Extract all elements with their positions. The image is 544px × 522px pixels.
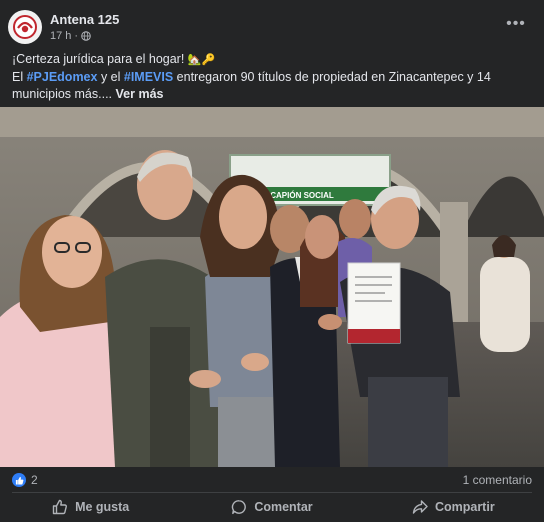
post-text-el: El <box>12 70 27 84</box>
page-name[interactable]: Antena 125 <box>50 12 119 28</box>
hashtag-imevis[interactable]: #IMEVIS <box>124 70 173 84</box>
post-card: Antena 125 17 h · ••• ¡Certeza jurídica … <box>0 0 544 522</box>
comment-icon <box>232 500 247 515</box>
share-icon <box>412 500 428 514</box>
see-more-link[interactable]: Ver más <box>116 87 164 101</box>
comment-label: Comentar <box>254 500 313 514</box>
post-meta: 17 h · <box>50 29 119 43</box>
share-label: Compartir <box>434 500 495 514</box>
globe-icon <box>81 30 91 41</box>
page-avatar[interactable] <box>8 10 42 44</box>
antena-logo-icon <box>13 15 37 39</box>
house-key-emoji: 🏡🔑 <box>187 54 216 66</box>
post-stats: 2 1 comentario <box>12 470 532 490</box>
post-text-line1: ¡Certeza jurídica para el hogar! 🏡🔑 <box>12 51 532 69</box>
comment-button[interactable]: Comentar <box>181 494 362 520</box>
like-count: 2 <box>31 473 38 487</box>
actions-divider <box>12 492 532 493</box>
post-text: ¡Certeza jurídica para el hogar! 🏡🔑 El #… <box>12 51 532 103</box>
group-photo-image: DE USUCAPIÓN SOCIAL <box>0 107 544 467</box>
post-header: Antena 125 17 h · ••• <box>8 8 536 46</box>
more-options-button[interactable]: ••• <box>504 14 528 34</box>
comment-count[interactable]: 1 comentario <box>463 473 532 487</box>
meta-separator: · <box>74 29 79 42</box>
thumbs-up-icon <box>52 499 68 515</box>
like-reaction-icon <box>12 473 26 487</box>
post-actions: Me gusta Comentar Compartir <box>0 494 544 520</box>
like-label: Me gusta <box>75 500 130 514</box>
post-text-line2: El #PJEdomex y el #IMEVIS entregaron 90 … <box>12 69 532 103</box>
hashtag-pjedomex[interactable]: #PJEdomex <box>27 70 98 84</box>
like-button[interactable]: Me gusta <box>0 494 181 520</box>
post-time[interactable]: 17 h <box>50 29 71 43</box>
post-intro: ¡Certeza jurídica para el hogar! <box>12 52 188 66</box>
post-photo[interactable]: DE USUCAPIÓN SOCIAL <box>0 107 544 467</box>
share-button[interactable]: Compartir <box>363 494 544 520</box>
post-text-y-el: y el <box>97 70 124 84</box>
reaction-summary[interactable]: 2 <box>12 473 38 487</box>
